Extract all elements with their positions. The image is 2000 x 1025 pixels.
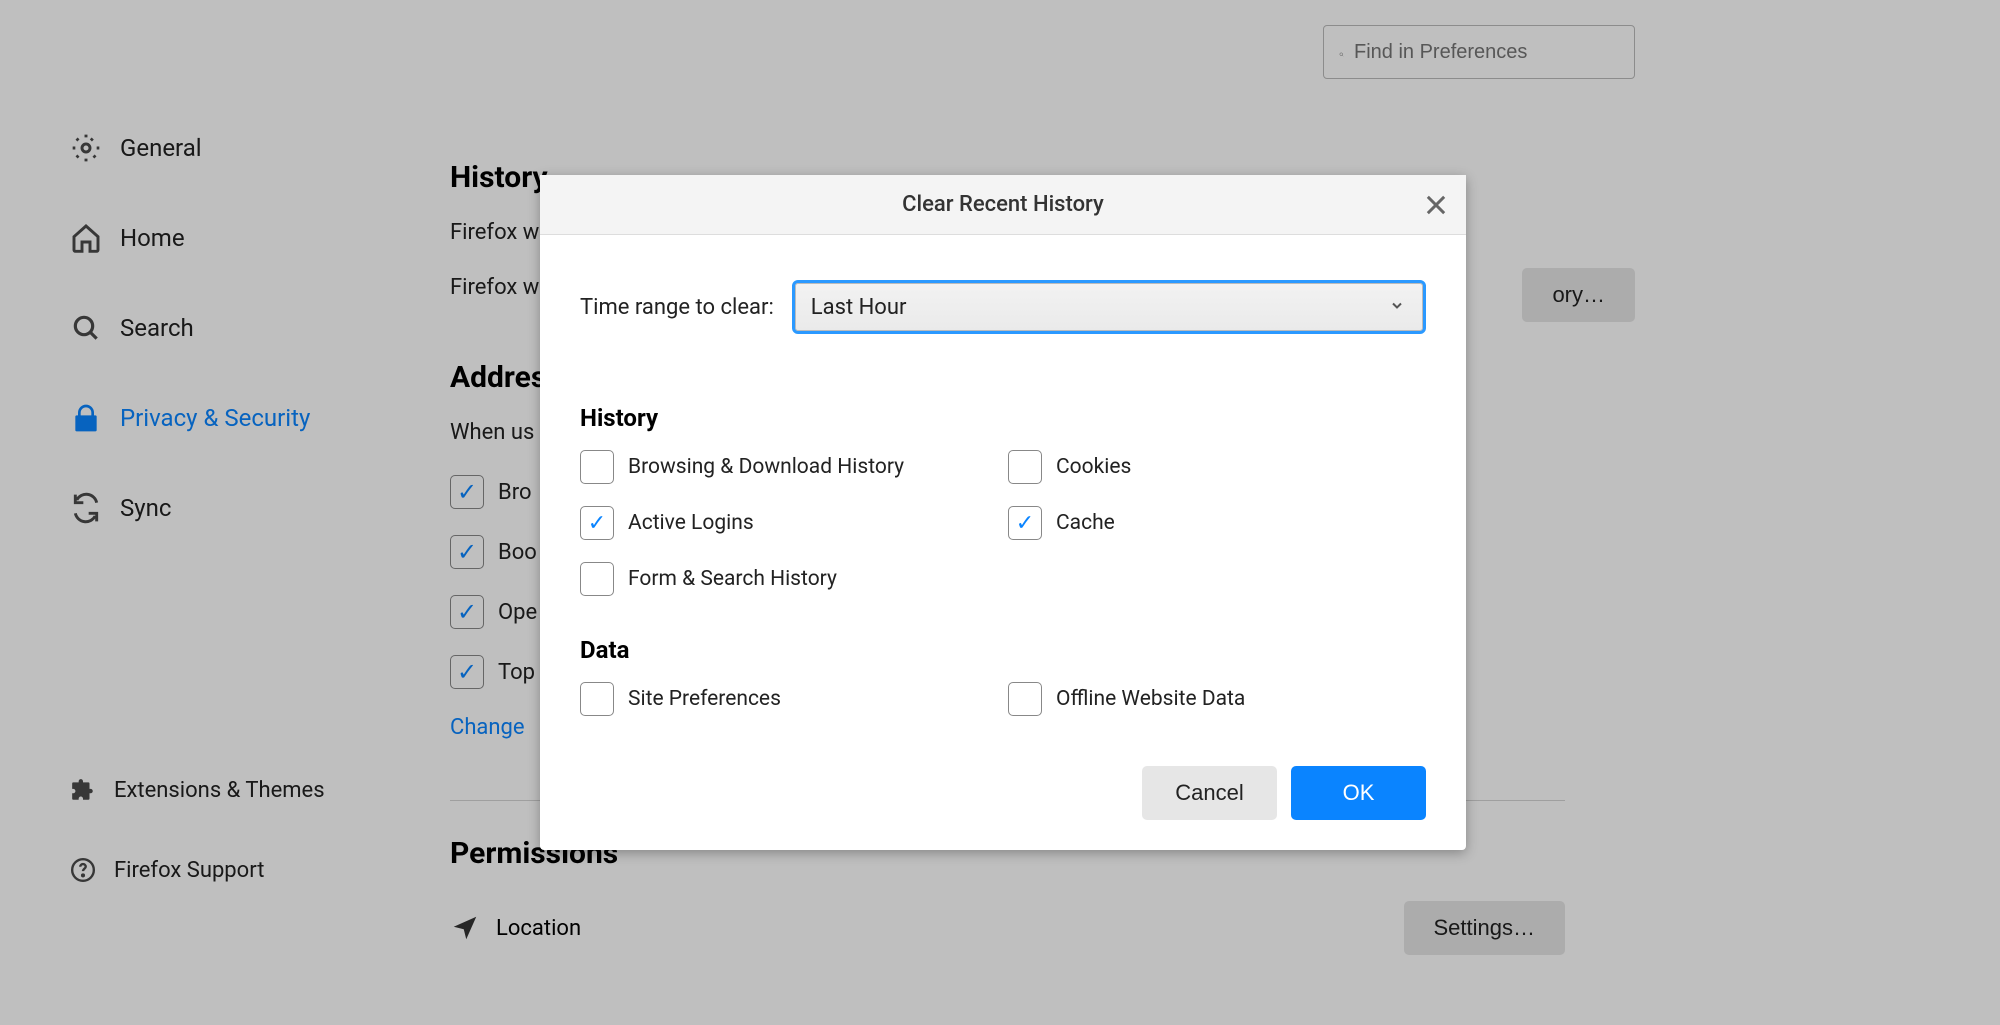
checkbox-row-cache[interactable]: ✓ Cache <box>1008 506 1426 540</box>
chevron-down-icon <box>1389 295 1405 320</box>
dialog-header: Clear Recent History <box>540 175 1466 235</box>
checkbox-label: Form & Search History <box>628 567 837 591</box>
checkbox-label: Cache <box>1056 511 1115 535</box>
checkbox-icon[interactable] <box>580 562 614 596</box>
checkbox-row-site-prefs[interactable]: Site Preferences <box>580 682 998 716</box>
ok-button[interactable]: OK <box>1291 766 1426 820</box>
checkbox-icon[interactable]: ✓ <box>1008 506 1042 540</box>
checkbox-row-browsing-history[interactable]: Browsing & Download History <box>580 450 998 484</box>
cancel-button[interactable]: Cancel <box>1142 766 1277 820</box>
history-group-title: History <box>580 404 1426 432</box>
checkbox-label: Offline Website Data <box>1056 687 1245 711</box>
time-range-select[interactable]: Last Hour <box>792 280 1426 334</box>
checkbox-icon[interactable]: ✓ <box>580 506 614 540</box>
checkbox-label: Browsing & Download History <box>628 455 904 479</box>
select-value: Last Hour <box>811 295 907 320</box>
checkbox-label: Site Preferences <box>628 687 781 711</box>
checkbox-icon[interactable] <box>1008 450 1042 484</box>
checkbox-row-active-logins[interactable]: ✓ Active Logins <box>580 506 998 540</box>
checkbox-icon[interactable] <box>580 450 614 484</box>
checkbox-icon[interactable] <box>1008 682 1042 716</box>
checkbox-label: Cookies <box>1056 455 1131 479</box>
checkbox-row-cookies[interactable]: Cookies <box>1008 450 1426 484</box>
checkbox-label: Active Logins <box>628 511 754 535</box>
data-group-title: Data <box>580 636 1426 664</box>
clear-history-dialog: Clear Recent History Time range to clear… <box>540 175 1466 850</box>
checkbox-row-offline-data[interactable]: Offline Website Data <box>1008 682 1426 716</box>
checkbox-row-form-search[interactable]: Form & Search History <box>580 562 998 596</box>
checkbox-icon[interactable] <box>580 682 614 716</box>
close-icon[interactable] <box>1422 191 1450 219</box>
dialog-title: Clear Recent History <box>902 192 1104 217</box>
time-range-label: Time range to clear: <box>580 295 774 320</box>
